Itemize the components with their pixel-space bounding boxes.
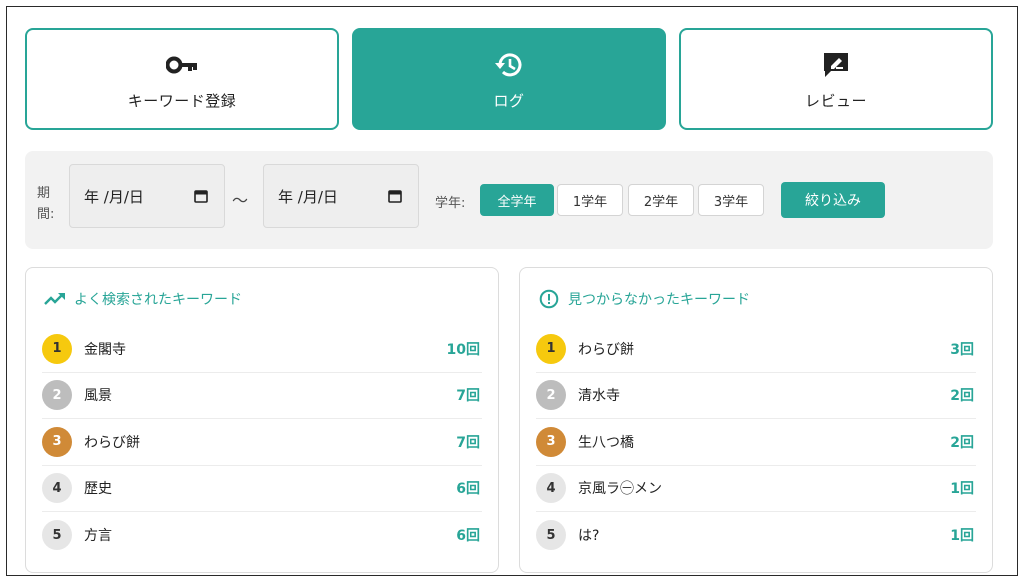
rank-badge: 2 bbox=[536, 380, 566, 411]
date-from-input[interactable]: 年 /月/日 bbox=[69, 164, 225, 228]
trending-up-icon bbox=[44, 288, 66, 310]
list-item[interactable]: 1 わらび餅 3回 bbox=[536, 326, 976, 373]
list-item[interactable]: 1 金閣寺 10回 bbox=[42, 326, 482, 373]
keyword-text: 歴史 bbox=[84, 481, 112, 498]
tab-label: ログ bbox=[493, 91, 525, 110]
search-count: 3回 bbox=[950, 341, 974, 358]
rank-badge: 4 bbox=[42, 473, 72, 504]
keyword-text: 生八つ橋 bbox=[578, 434, 634, 451]
keyword-text: は? bbox=[578, 528, 600, 545]
keyword-text: 京風ラ㊀メン bbox=[578, 481, 662, 498]
list-item[interactable]: 4 京風ラ㊀メン 1回 bbox=[536, 466, 976, 512]
filter-bar: 期間: 年 /月/日 ～ 年 /月/日 学年: 全学年 1学年 2学年 3学年 … bbox=[25, 151, 993, 249]
panel-title-text: よく検索されたキーワード bbox=[74, 292, 242, 308]
grade-1-button[interactable]: 1学年 bbox=[557, 184, 623, 216]
search-count: 6回 bbox=[456, 481, 480, 498]
list-item[interactable]: 4 歴史 6回 bbox=[42, 466, 482, 512]
alert-circle-icon bbox=[538, 288, 560, 310]
app-frame: キーワード登録 ログ レビュー 期間: 年 /月/日 ～ 年 /月/日 学年: … bbox=[6, 6, 1018, 576]
tab-label: キーワード登録 bbox=[127, 91, 237, 110]
search-count: 2回 bbox=[950, 434, 974, 451]
date-from-placeholder: 年 /月/日 bbox=[84, 187, 144, 206]
search-count: 1回 bbox=[950, 528, 974, 545]
tab-label: レビュー bbox=[804, 91, 867, 110]
period-label: 期間: bbox=[37, 186, 55, 222]
list-item[interactable]: 2 清水寺 2回 bbox=[536, 373, 976, 419]
grade-all-button[interactable]: 全学年 bbox=[480, 184, 554, 216]
grade-3-button[interactable]: 3学年 bbox=[698, 184, 764, 216]
rank-badge: 1 bbox=[536, 333, 566, 364]
rank-badge: 3 bbox=[42, 426, 72, 457]
keyword-text: 風景 bbox=[84, 388, 112, 405]
keyword-text: わらび餅 bbox=[578, 341, 634, 358]
keyword-text: 清水寺 bbox=[578, 388, 620, 405]
tab-log[interactable]: ログ bbox=[352, 28, 666, 130]
popular-keywords-panel: よく検索されたキーワード 1 金閣寺 10回 2 風景 7回 3 わらび餅 7回… bbox=[25, 267, 499, 573]
history-icon bbox=[492, 48, 526, 82]
keyword-text: 金閣寺 bbox=[84, 341, 126, 358]
search-count: 7回 bbox=[456, 388, 480, 405]
rank-badge: 1 bbox=[42, 333, 72, 364]
search-count: 10回 bbox=[446, 341, 480, 358]
keyword-text: わらび餅 bbox=[84, 434, 140, 451]
list-item[interactable]: 5 方言 6回 bbox=[42, 512, 482, 559]
panel-title: 見つからなかったキーワード bbox=[538, 288, 750, 310]
tab-keyword-register[interactable]: キーワード登録 bbox=[25, 28, 339, 130]
date-to-input[interactable]: 年 /月/日 bbox=[263, 164, 419, 228]
search-count: 1回 bbox=[950, 481, 974, 498]
search-count: 6回 bbox=[456, 528, 480, 545]
keyword-text: 方言 bbox=[84, 528, 112, 545]
key-icon bbox=[165, 48, 199, 82]
date-to-placeholder: 年 /月/日 bbox=[278, 187, 338, 206]
rank-badge: 3 bbox=[536, 426, 566, 457]
list-item[interactable]: 5 は? 1回 bbox=[536, 512, 976, 559]
panel-title: よく検索されたキーワード bbox=[44, 288, 242, 310]
notfound-rank-list: 1 わらび餅 3回 2 清水寺 2回 3 生八つ橋 2回 4 京風ラ㊀メン 1回… bbox=[536, 326, 976, 559]
list-item[interactable]: 3 わらび餅 7回 bbox=[42, 419, 482, 466]
search-count: 2回 bbox=[950, 388, 974, 405]
mode-tabs: キーワード登録 ログ レビュー bbox=[25, 28, 993, 130]
rank-badge: 4 bbox=[536, 473, 566, 504]
panel-title-text: 見つからなかったキーワード bbox=[568, 292, 750, 308]
grade-2-button[interactable]: 2学年 bbox=[628, 184, 694, 216]
list-item[interactable]: 2 風景 7回 bbox=[42, 373, 482, 419]
calendar-icon[interactable] bbox=[194, 189, 208, 203]
list-item[interactable]: 3 生八つ橋 2回 bbox=[536, 419, 976, 466]
notfound-keywords-panel: 見つからなかったキーワード 1 わらび餅 3回 2 清水寺 2回 3 生八つ橋 … bbox=[519, 267, 993, 573]
range-separator: ～ bbox=[232, 191, 249, 210]
rank-badge: 2 bbox=[42, 380, 72, 411]
popular-rank-list: 1 金閣寺 10回 2 風景 7回 3 わらび餅 7回 4 歴史 6回 5 方言 bbox=[42, 326, 482, 559]
review-icon bbox=[819, 48, 853, 82]
calendar-icon[interactable] bbox=[388, 189, 402, 203]
tab-review[interactable]: レビュー bbox=[679, 28, 993, 130]
search-count: 7回 bbox=[456, 434, 480, 451]
rank-badge: 5 bbox=[42, 520, 72, 551]
filter-submit-button[interactable]: 絞り込み bbox=[781, 182, 885, 218]
grade-label: 学年: bbox=[435, 196, 466, 211]
rank-badge: 5 bbox=[536, 520, 566, 551]
